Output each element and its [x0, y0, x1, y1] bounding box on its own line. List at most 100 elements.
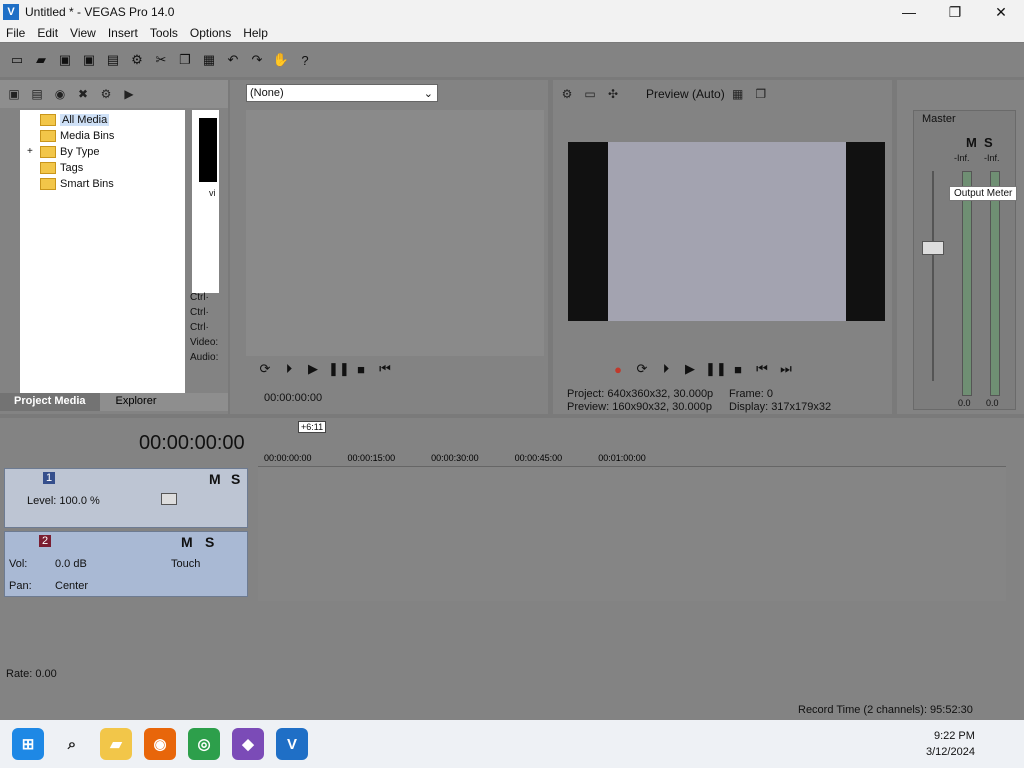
- trimmer-panel: (None) ⌄ ⟳ ⏵ ▶ ❚❚ ■ ⏮ 00:00:00:00: [230, 80, 548, 414]
- track-header-audio[interactable]: 2 M S Vol: 0.0 dB Touch Pan: Center: [4, 531, 248, 597]
- chrome-icon[interactable]: ◎: [188, 728, 220, 760]
- preview-quality-dropdown[interactable]: Preview (Auto): [646, 87, 725, 101]
- expand-by-type-button[interactable]: +: [27, 146, 33, 157]
- media-fx-icon[interactable]: ⚙: [96, 87, 116, 101]
- preview-toolbar: ⚙ ▭ ✣ Preview (Auto) ▦ ❐: [553, 80, 892, 108]
- master-mute-button[interactable]: M: [966, 135, 977, 150]
- overlay-icon[interactable]: ✣: [603, 87, 623, 101]
- search-icon[interactable]: ⌕: [56, 728, 88, 760]
- timeline-tracks[interactable]: [258, 466, 1006, 601]
- loop-icon[interactable]: ⟳: [256, 361, 274, 377]
- cut-icon[interactable]: ✂: [150, 49, 172, 71]
- timeline-timecode: 00:00:00:00: [139, 432, 245, 454]
- capture-icon[interactable]: ▤: [27, 87, 47, 101]
- remove-media-icon[interactable]: ✖: [73, 87, 93, 101]
- menu-options[interactable]: Options: [184, 26, 237, 40]
- stop-icon[interactable]: ■: [352, 362, 370, 377]
- master-meter-right: [990, 171, 1000, 396]
- close-button[interactable]: ✕: [978, 0, 1024, 24]
- media-tree: All Media Media Bins By Type Tags Smart …: [20, 110, 185, 393]
- import-media-icon[interactable]: ▣: [4, 87, 24, 101]
- settings-icon[interactable]: ⚙: [557, 87, 577, 101]
- master-mixer: Master M S -Inf. -Inf. 0.0 0.0: [913, 110, 1016, 410]
- views-icon[interactable]: ▶: [119, 87, 139, 101]
- master-meter-left: [962, 171, 972, 396]
- track-mute-button[interactable]: M: [209, 471, 221, 487]
- tree-item-smart-bins[interactable]: Smart Bins: [40, 176, 185, 192]
- project-media-panel: ▣ ▤ ◉ ✖ ⚙ ▶ All Media Media Bins By Type…: [0, 80, 228, 414]
- preview-frame: [608, 142, 846, 321]
- redo-icon[interactable]: ↷: [246, 49, 268, 71]
- visual-studio-icon[interactable]: ◆: [232, 728, 264, 760]
- trimmer-viewport[interactable]: [246, 110, 544, 356]
- paste-icon[interactable]: ▦: [198, 49, 220, 71]
- track-header-video[interactable]: 1 M S Level: 100.0 %: [4, 468, 248, 528]
- menu-view[interactable]: View: [64, 26, 102, 40]
- menu-edit[interactable]: Edit: [31, 26, 64, 40]
- master-fader-handle[interactable]: [922, 241, 944, 255]
- new-project-icon[interactable]: ▭: [6, 49, 28, 71]
- preview-screen[interactable]: [568, 142, 885, 321]
- save-as-icon[interactable]: ▣: [78, 49, 100, 71]
- save-icon[interactable]: ▣: [54, 49, 76, 71]
- start-icon[interactable]: ⊞: [12, 728, 44, 760]
- clock[interactable]: 9:22 PM 3/12/2024: [926, 728, 975, 760]
- split-screen-icon[interactable]: ▭: [580, 87, 600, 101]
- render-icon[interactable]: ▤: [102, 49, 124, 71]
- help-icon[interactable]: ?: [294, 49, 316, 71]
- grid-icon[interactable]: ▦: [728, 87, 748, 101]
- go-to-start-icon[interactable]: ⏮: [376, 361, 394, 377]
- track-level: Level: 100.0 %: [27, 495, 100, 507]
- menu-insert[interactable]: Insert: [102, 26, 144, 40]
- go-to-end-icon[interactable]: ⏭: [777, 361, 795, 377]
- tree-item-by-type[interactable]: By Type: [40, 144, 185, 160]
- play-icon[interactable]: ▶: [304, 361, 322, 377]
- track-mute-button[interactable]: M: [181, 534, 193, 550]
- firefox-icon[interactable]: ◉: [144, 728, 176, 760]
- automation-mode[interactable]: Touch: [171, 558, 200, 570]
- preview-info: Project: 640x360x32, 30.000p Preview: 16…: [567, 388, 714, 413]
- master-bus-panel: Master M S -Inf. -Inf. 0.0 0.0 Output Me…: [897, 80, 1024, 414]
- track-solo-button[interactable]: S: [205, 534, 214, 550]
- copy-snapshot-icon[interactable]: ❐: [751, 87, 771, 101]
- properties-icon[interactable]: ⚙: [126, 49, 148, 71]
- tree-item-media-bins[interactable]: Media Bins: [40, 128, 185, 144]
- track-solo-button[interactable]: S: [231, 471, 240, 487]
- vegas-taskbar-icon[interactable]: V: [276, 728, 308, 760]
- file-explorer-icon[interactable]: ▰: [100, 728, 132, 760]
- maximize-button[interactable]: ❐: [932, 0, 978, 24]
- pause-icon[interactable]: ❚❚: [705, 361, 727, 377]
- folder-icon: [40, 162, 56, 174]
- media-thumbnail[interactable]: vi: [192, 110, 219, 293]
- tab-explorer[interactable]: Explorer: [100, 393, 173, 411]
- play-icon[interactable]: ▶: [681, 361, 699, 377]
- tree-item-tags[interactable]: Tags: [40, 160, 185, 176]
- timeline-ruler[interactable]: 00:00:00:00 00:00:15:00 00:00:30:00 00:0…: [264, 453, 1004, 463]
- get-media-icon[interactable]: ◉: [50, 87, 70, 101]
- master-solo-button[interactable]: S: [984, 135, 993, 150]
- clock-date: 3/12/2024: [926, 746, 975, 758]
- stop-icon[interactable]: ■: [729, 362, 747, 377]
- chevron-down-icon: ⌄: [423, 87, 433, 100]
- menu-file[interactable]: File: [0, 26, 31, 40]
- track-pan-value: Center: [55, 580, 89, 592]
- hand-icon[interactable]: ✋: [270, 49, 292, 71]
- trimmer-preset-dropdown[interactable]: (None) ⌄: [246, 84, 438, 102]
- go-to-start-icon[interactable]: ⏮: [753, 361, 771, 377]
- undo-icon[interactable]: ↶: [222, 49, 244, 71]
- tree-item-all-media[interactable]: All Media: [40, 112, 185, 128]
- minimize-button[interactable]: —: [886, 0, 932, 24]
- loop-icon[interactable]: ⟳: [633, 361, 651, 377]
- menu-tools[interactable]: Tools: [144, 26, 184, 40]
- play-from-start-icon[interactable]: ⏵: [280, 361, 298, 377]
- record-icon[interactable]: ●: [609, 362, 627, 377]
- copy-icon[interactable]: ❐: [174, 49, 196, 71]
- track-level-slider[interactable]: [161, 493, 177, 505]
- media-details: Ctrl· Ctrl· Ctrl· Video: Audio:: [190, 292, 219, 363]
- tab-project-media[interactable]: Project Media: [0, 393, 100, 411]
- pause-icon[interactable]: ❚❚: [328, 361, 350, 377]
- folder-icon: [40, 178, 56, 190]
- play-from-start-icon[interactable]: ⏵: [657, 361, 675, 377]
- open-icon[interactable]: ▰: [30, 49, 52, 71]
- menu-help[interactable]: Help: [237, 26, 274, 40]
